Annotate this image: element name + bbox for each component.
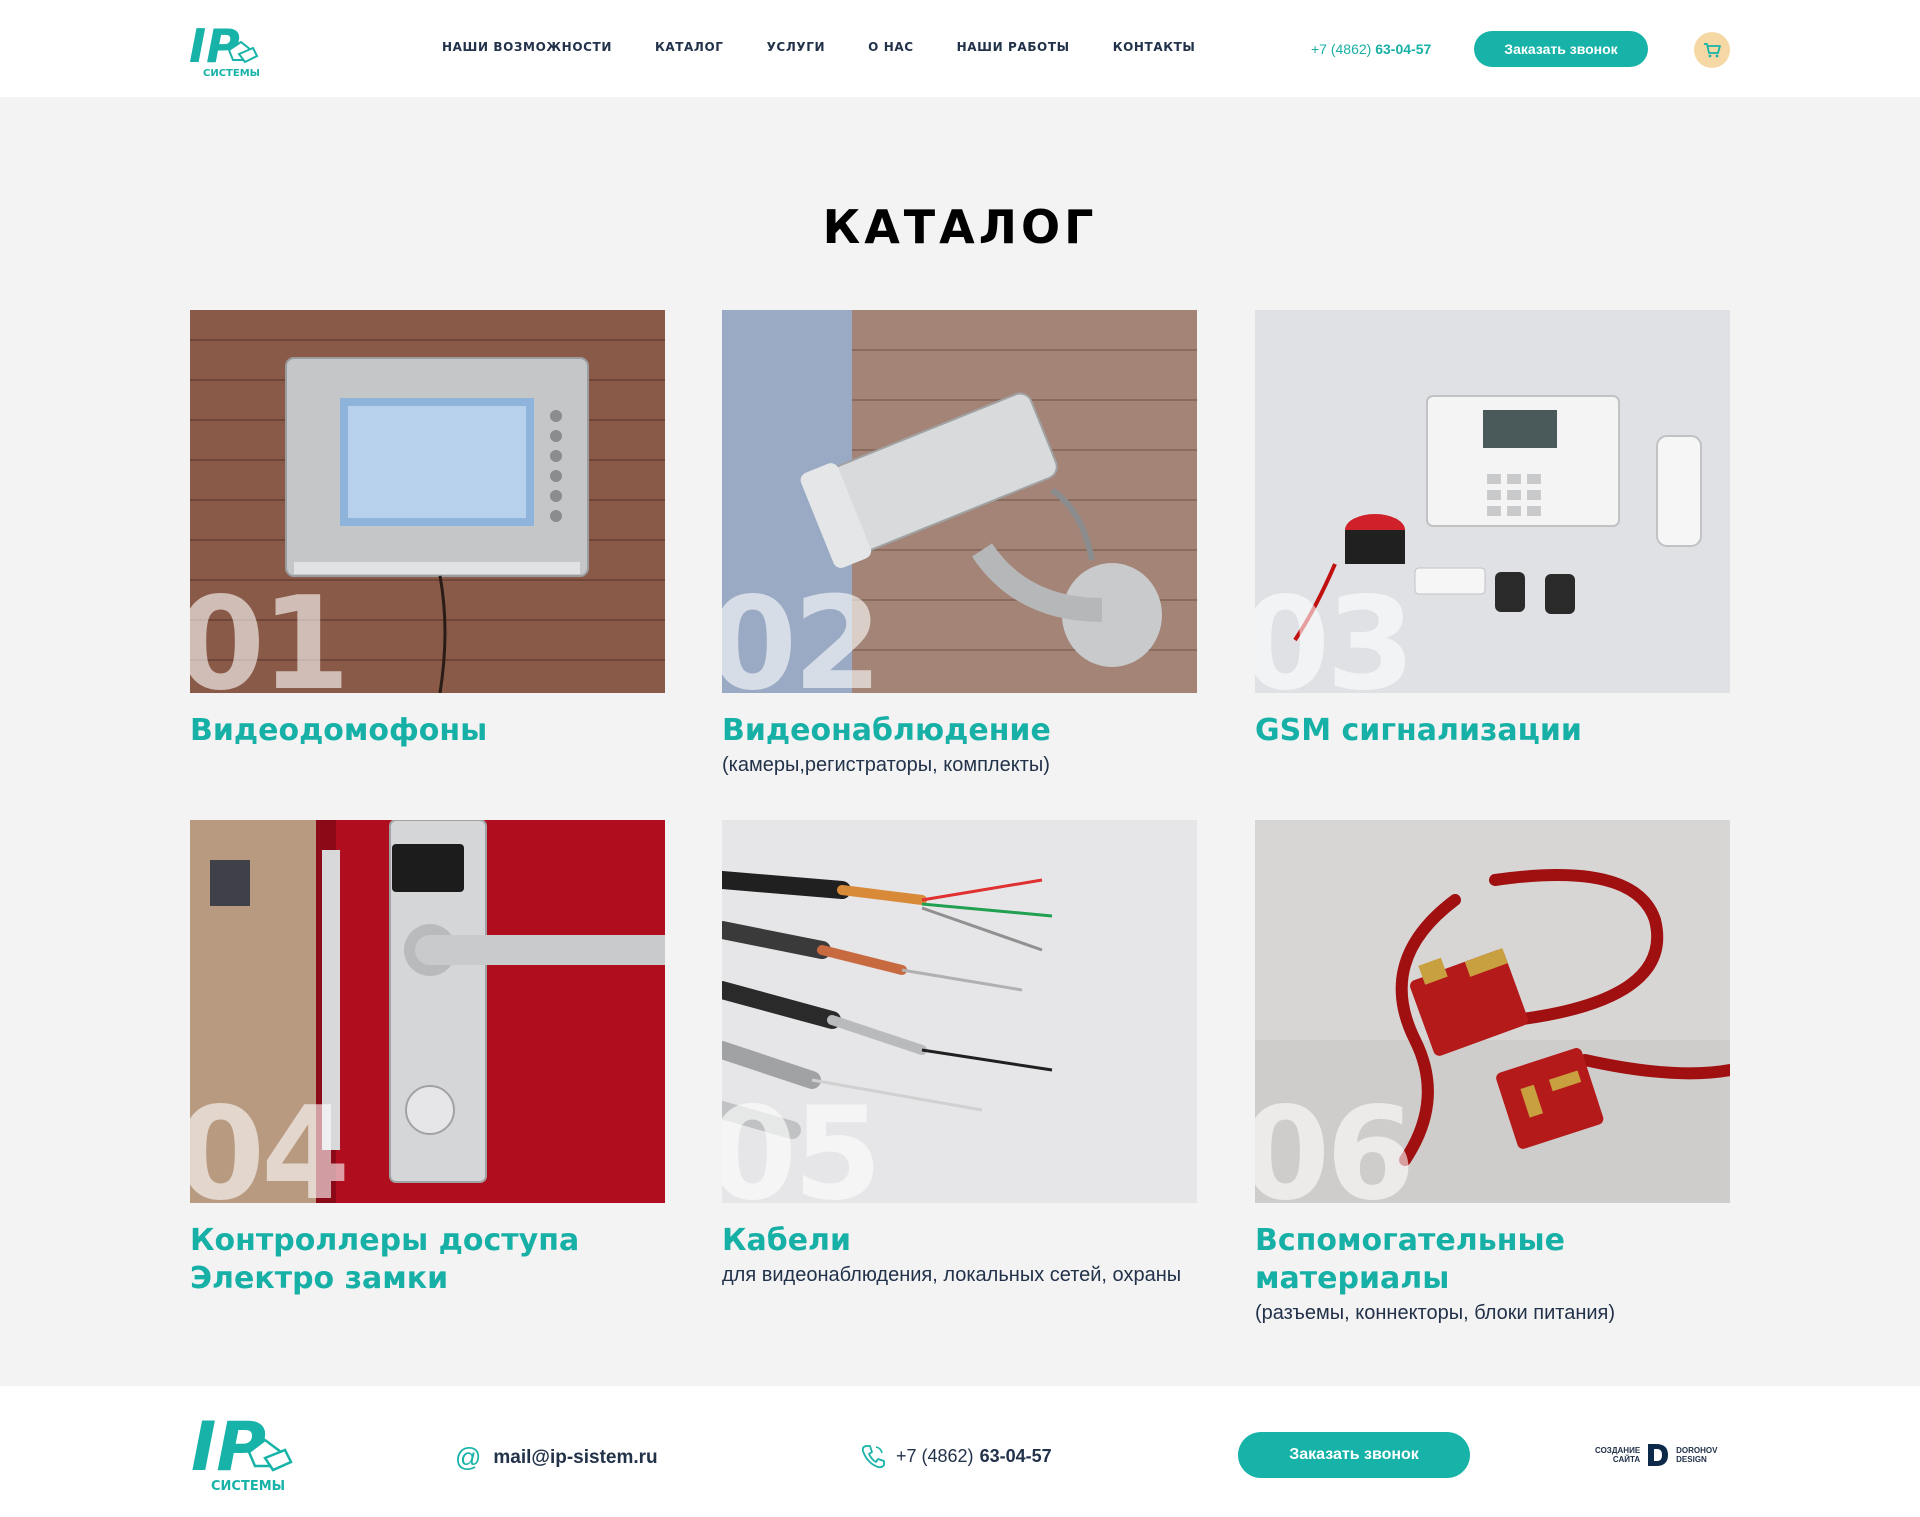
card-title[interactable]: Вспомогательные материалы xyxy=(1255,1222,1730,1298)
card-image: 05 xyxy=(722,820,1197,1203)
card-subtitle: (камеры,регистраторы, комплекты) xyxy=(722,754,1050,776)
catalog-card-intercoms[interactable]: 01 Видеодомофоны xyxy=(190,310,665,750)
svg-text:СИСТЕМЫ: СИСТЕМЫ xyxy=(203,68,259,78)
logo[interactable]: IP СИСТЕМЫ xyxy=(189,20,259,78)
card-image: 02 xyxy=(722,310,1197,693)
footer-logo[interactable]: IP СИСТЕМЫ xyxy=(191,1408,295,1493)
footer-order-call-button[interactable]: Заказать звонок xyxy=(1238,1432,1470,1478)
phone-prefix: +7 (4862) xyxy=(1311,41,1372,57)
site-header: IP СИСТЕМЫ НАШИ ВОЗМОЖНОСТИ КАТАЛОГ УСЛУ… xyxy=(0,0,1920,97)
page-title: КАТАЛОГ xyxy=(822,200,1098,254)
order-call-button[interactable]: Заказать звонок xyxy=(1474,31,1648,67)
nav-item-works[interactable]: НАШИ РАБОТЫ xyxy=(957,40,1070,60)
cart-button[interactable] xyxy=(1694,32,1730,68)
credit-left-line2: САЙТА xyxy=(1612,1455,1641,1464)
card-image: 01 xyxy=(190,310,665,693)
catalog-card-gsm[interactable]: 03 GSM сигнализации xyxy=(1255,310,1730,750)
nav-item-services[interactable]: УСЛУГИ xyxy=(767,40,826,60)
credit-right-line2: DESIGN xyxy=(1676,1455,1707,1464)
card-title[interactable]: Контроллеры доступа Электро замки xyxy=(190,1222,665,1298)
catalog-card-materials[interactable]: 06 Вспомогательные материалы (разъемы, к… xyxy=(1255,820,1730,1325)
at-icon: @ xyxy=(455,1442,482,1472)
card-image: 06 xyxy=(1255,820,1730,1203)
card-number: 01 xyxy=(190,570,350,694)
nav-item-contacts[interactable]: КОНТАКТЫ xyxy=(1113,40,1196,60)
catalog-card-cctv[interactable]: 02 Видеонаблюдение (камеры,регистраторы,… xyxy=(722,310,1197,777)
card-title[interactable]: Видеонаблюдение xyxy=(722,712,1197,750)
credit-left-line1: СОЗДАНИЕ xyxy=(1595,1446,1641,1455)
cart-icon xyxy=(1704,43,1721,58)
phone-icon xyxy=(861,1445,885,1469)
footer-email[interactable]: @ mail@ip-sistem.ru xyxy=(455,1442,658,1473)
developer-credit[interactable]: СОЗДАНИЕ САЙТА DOROHOV DESIGN xyxy=(1595,1443,1718,1467)
card-number: 04 xyxy=(190,1080,350,1204)
nav-item-about[interactable]: О НАС xyxy=(868,40,914,60)
card-image: 04 xyxy=(190,820,665,1203)
card-subtitle: (разъемы, коннекторы, блоки питания) xyxy=(1255,1302,1616,1324)
footer-phone[interactable]: +7 (4862) 63-04-57 xyxy=(860,1443,1052,1469)
main-nav: НАШИ ВОЗМОЖНОСТИ КАТАЛОГ УСЛУГИ О НАС НА… xyxy=(442,40,1238,60)
phone-prefix: +7 (4862) xyxy=(896,1445,974,1466)
card-number: 06 xyxy=(1255,1080,1415,1204)
credit-left: СОЗДАНИЕ САЙТА xyxy=(1595,1446,1640,1464)
card-number: 02 xyxy=(722,570,882,694)
nav-item-catalog[interactable]: КАТАЛОГ xyxy=(655,40,724,60)
dorohov-logo-icon xyxy=(1648,1444,1669,1466)
card-title[interactable]: GSM сигнализации xyxy=(1255,712,1730,750)
phone-number: 63-04-57 xyxy=(1375,41,1432,57)
catalog-card-cables[interactable]: 05 Кабели для видеонаблюдения, локальных… xyxy=(722,820,1197,1287)
svg-text:СИСТЕМЫ: СИСТЕМЫ xyxy=(211,1479,285,1493)
card-title[interactable]: Видеодомофоны xyxy=(190,712,665,750)
credit-right-line1: DOROHOV xyxy=(1676,1446,1718,1455)
credit-right: DOROHOV DESIGN xyxy=(1676,1446,1717,1464)
header-phone[interactable]: +7 (4862) 63-04-57 xyxy=(1311,41,1431,57)
card-image: 03 xyxy=(1255,310,1730,693)
nav-item-features[interactable]: НАШИ ВОЗМОЖНОСТИ xyxy=(442,40,612,60)
email-text: mail@ip-sistem.ru xyxy=(493,1446,658,1468)
card-title[interactable]: Кабели xyxy=(722,1222,1197,1260)
card-subtitle: для видеонаблюдения, локальных сетей, ох… xyxy=(722,1264,1182,1286)
catalog-card-access[interactable]: 04 Контроллеры доступа Электро замки xyxy=(190,820,665,1298)
card-number: 05 xyxy=(722,1080,882,1204)
phone-number: 63-04-57 xyxy=(979,1445,1052,1466)
card-number: 03 xyxy=(1255,570,1415,694)
